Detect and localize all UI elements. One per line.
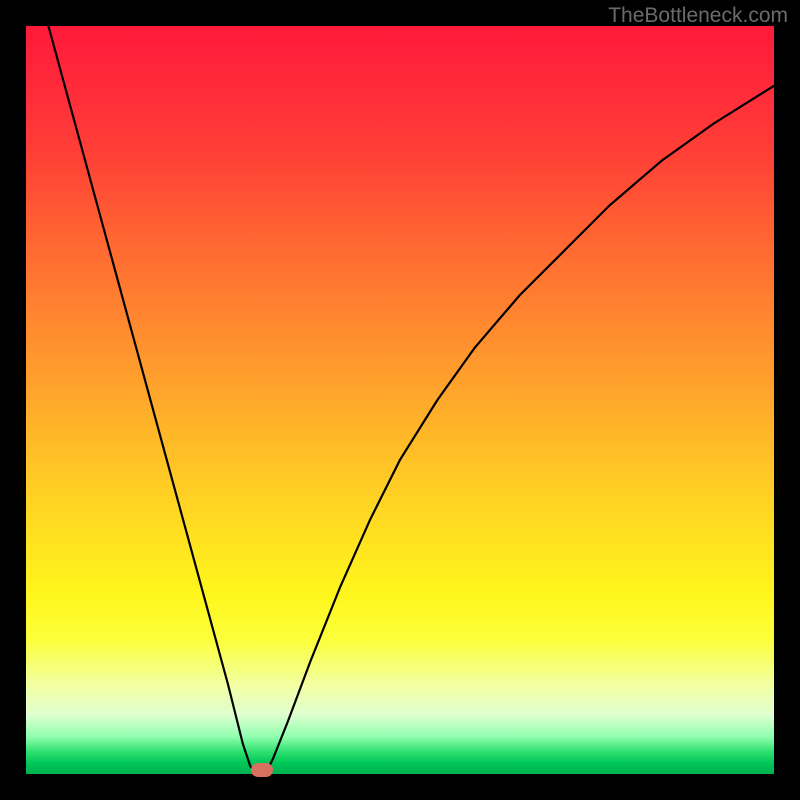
data-point-marker (251, 763, 273, 777)
curve-left-branch (48, 26, 257, 774)
watermark-text: TheBottleneck.com (608, 4, 788, 28)
chart-plot-area (26, 26, 774, 774)
curve-svg (26, 26, 774, 774)
curve-right-branch (265, 86, 774, 774)
